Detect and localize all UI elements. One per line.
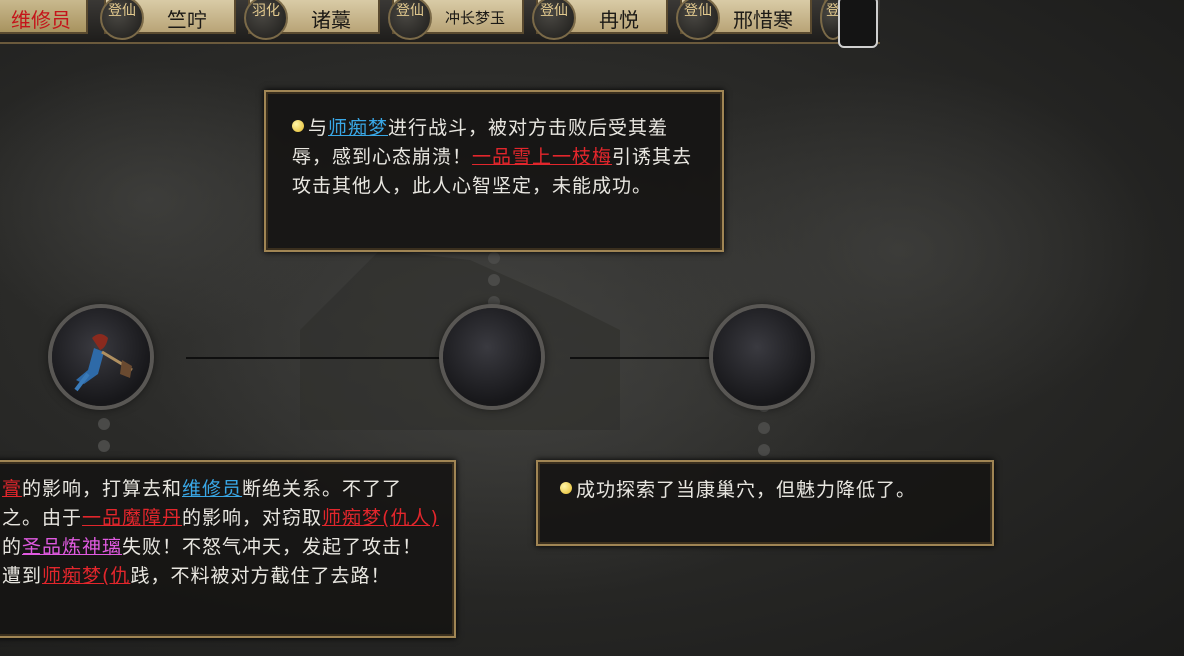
trail-dot [98,440,110,452]
tab-character-first[interactable]: 维修员 [0,0,88,34]
bullet-icon [292,120,304,132]
realm-seal-icon: 登仙 [388,0,432,40]
bullet-icon [560,482,572,494]
event-node-unknown[interactable] [713,308,811,406]
trail-dot [488,252,500,264]
trail-dot [98,418,110,430]
event-panel-explore: 成功探索了当康巢穴，但魅力降低了。 [536,460,994,546]
character-link[interactable]: 维修员 [182,478,242,500]
event-text: 膏的影响，打算去和维修员断绝关系。不了了之。由于一品魔障丹的影响，对窃取师痴梦(… [2,478,439,587]
trail-dot [488,296,500,308]
tab-character-1[interactable]: 登仙 竺咛 [100,0,236,40]
item-link[interactable]: 一品魔障丹 [82,507,182,529]
tab-character-3[interactable]: 登仙 冲长梦玉 [388,0,524,40]
event-connector-line [186,357,456,359]
tab-character-2[interactable]: 羽化 诸藁 [244,0,380,40]
event-panel-relations: 膏的影响，打算去和维修员断绝关系。不了了之。由于一品魔障丹的影响，对窃取师痴梦(… [0,460,456,638]
realm-seal-icon: 登仙 [100,0,144,40]
event-node-warrior-portrait[interactable] [52,308,150,406]
character-tab-bar: 维修员 登仙 竺咛 羽化 诸藁 登仙 冲长梦玉 登仙 冉悦 登仙 邢惜寒 登 [0,0,880,48]
tab-label: 冲长梦玉 [444,9,505,27]
event-text: 与师痴梦进行战斗，被对方击败后受其羞辱，感到心态崩溃！一品雪上一枝梅引诱其去攻击… [292,117,693,197]
tab-label: 竺咛 [167,8,207,32]
warrior-icon [74,334,133,392]
item-link[interactable]: 一品雪上一枝梅 [472,146,612,168]
tab-scroll-handle[interactable] [838,0,878,48]
tab-label: 邢惜寒 [733,8,793,32]
trail-dot [488,274,500,286]
item-link[interactable]: 膏 [2,478,22,500]
character-link[interactable]: 师痴梦(仇 [42,565,130,587]
tab-character-4[interactable]: 登仙 冉悦 [532,0,668,40]
tab-label: 冉悦 [599,8,639,32]
realm-seal-icon: 登仙 [532,0,576,40]
tab-label: 维修员 [11,8,71,32]
character-link[interactable]: 师痴梦 [328,117,388,139]
character-link[interactable]: 师痴梦(仇人) [322,507,439,529]
realm-seal-icon: 登仙 [676,0,720,40]
tab-character-5[interactable]: 登仙 邢惜寒 [676,0,812,40]
tab-label: 诸藁 [311,8,351,32]
trail-dot [758,444,770,456]
realm-seal-icon: 羽化 [244,0,288,40]
trail-dot [758,422,770,434]
event-panel-battle: 与师痴梦进行战斗，被对方击败后受其羞辱，感到心态崩溃！一品雪上一枝梅引诱其去攻击… [264,90,724,252]
event-node-unknown[interactable] [443,308,541,406]
item-link[interactable]: 圣品炼神璃 [22,536,122,558]
event-text: 成功探索了当康巢穴，但魅力降低了。 [560,476,974,505]
event-connector-line [570,357,720,359]
